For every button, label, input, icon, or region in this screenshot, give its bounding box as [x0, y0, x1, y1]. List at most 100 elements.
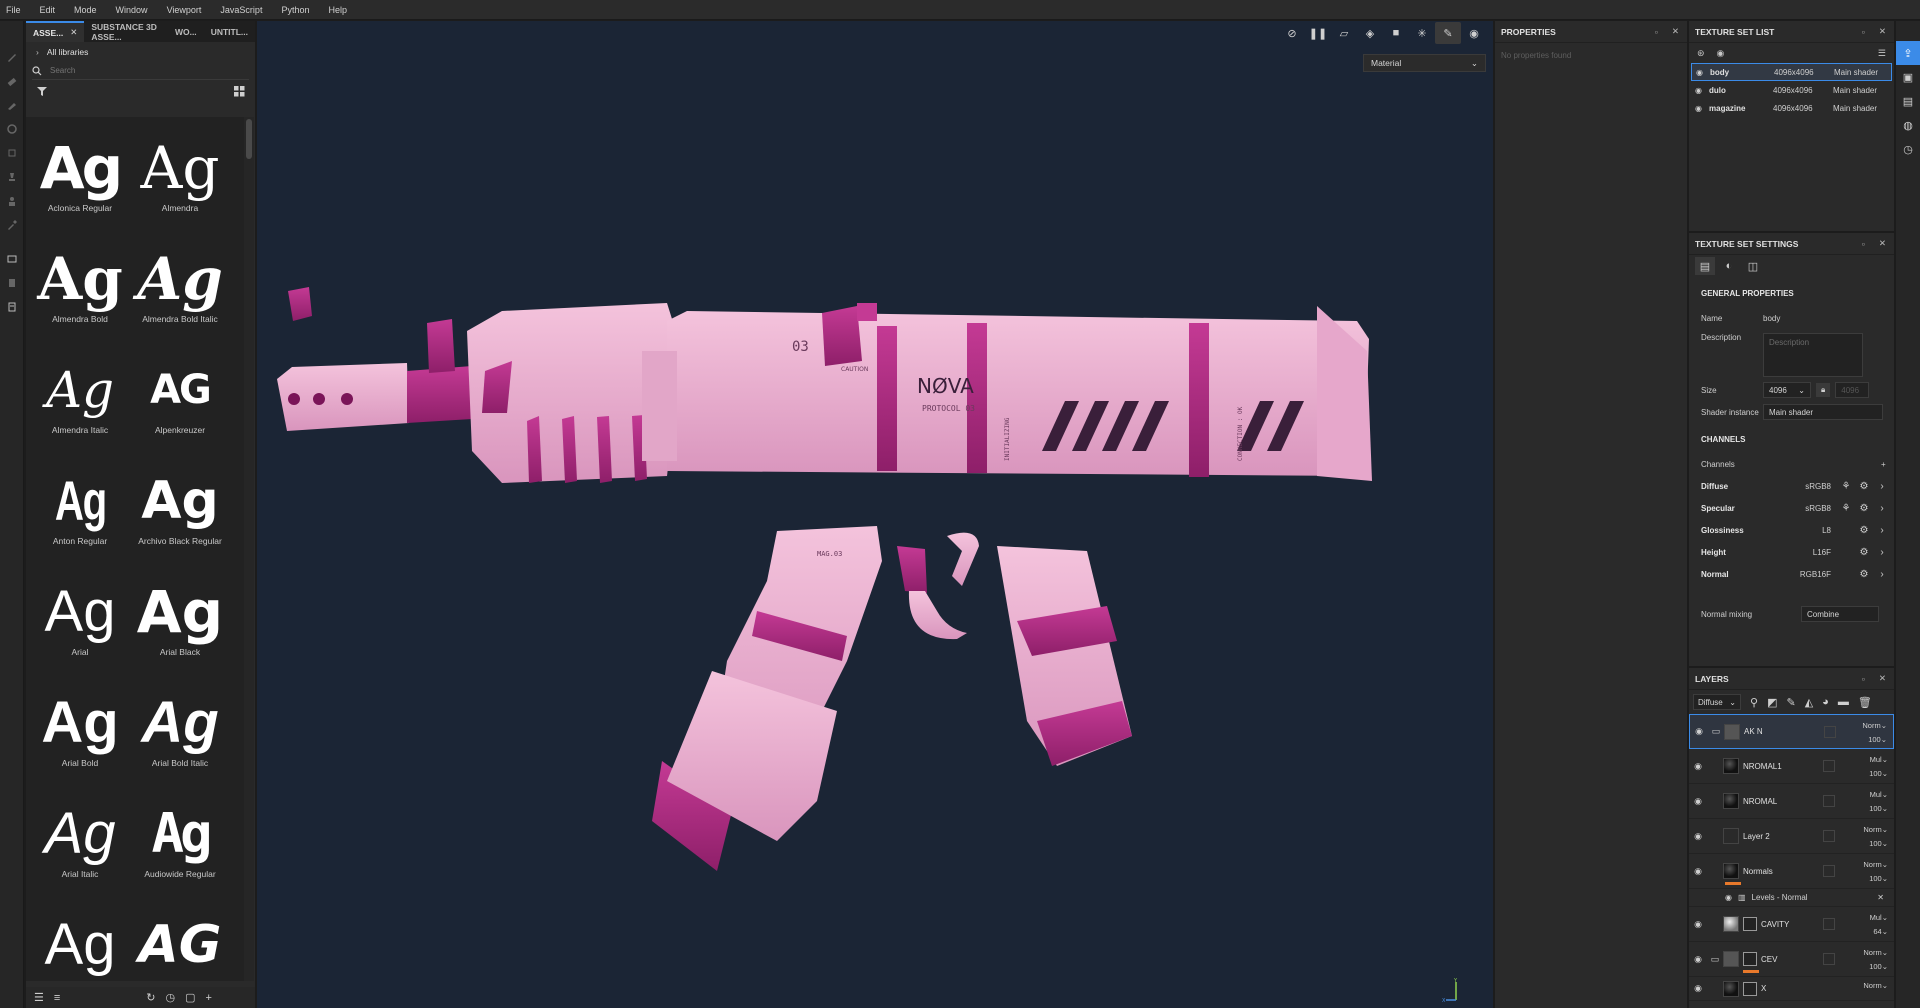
visibility-icon[interactable]: ◉	[1717, 48, 1725, 58]
clone-tool[interactable]	[0, 165, 24, 189]
font-tile[interactable]: Ag Arial Black	[130, 561, 230, 672]
menu-viewport[interactable]: Viewport	[167, 5, 202, 15]
undock-icon[interactable]: ▫	[1862, 674, 1865, 684]
tab-workspace[interactable]: WO...	[168, 21, 204, 42]
texture-set-row[interactable]: ◉ magazine 4096x4096 Main shader	[1691, 99, 1892, 117]
camera-button[interactable]: ■	[1383, 22, 1409, 44]
font-tile[interactable]: AG	[130, 894, 230, 981]
layer-row[interactable]: ◉ ▭ CEV Norm⌄ 100⌄	[1689, 942, 1894, 977]
gear-icon[interactable]: ⚙	[1855, 569, 1873, 580]
layer-blend[interactable]: Mul⌄ 64⌄	[1870, 911, 1888, 939]
lock-icon[interactable]: 🔒︎	[1816, 383, 1831, 397]
texture-set-row[interactable]: ◉ dulo 4096x4096 Main shader	[1691, 81, 1892, 99]
3d-viewport[interactable]: NØVA PROTOCOL 03 03 CAUTION INITIALIZING…	[257, 21, 1493, 1008]
material-icon[interactable]: ◕	[1822, 696, 1829, 708]
sort-icon[interactable]: ≡	[54, 992, 60, 1004]
font-tile[interactable]: Ag Archivo Black Regular	[130, 450, 230, 561]
font-tile[interactable]: Ag Almendra Bold	[30, 228, 130, 339]
material-mode-dropdown[interactable]: Material ⌄	[1363, 54, 1486, 72]
layer-row[interactable]: ◉ Layer 2 Norm⌄ 100⌄	[1689, 819, 1894, 854]
paint-mode-button[interactable]: ✎	[1435, 22, 1461, 44]
layer-row[interactable]: ◉ Normals Norm⌄ 100⌄	[1689, 854, 1894, 889]
close-icon[interactable]: ✕	[1672, 26, 1679, 37]
eye-icon[interactable]: ◉	[1689, 983, 1707, 994]
channel-row[interactable]: Diffuse sRGB8 ⚘ ⚙ ›	[1689, 475, 1894, 497]
undock-icon[interactable]: ▫	[1655, 27, 1658, 37]
layer-blend[interactable]: Norm⌄ 100⌄	[1863, 946, 1888, 974]
eye-icon[interactable]: ◉	[1725, 893, 1732, 902]
fill-icon[interactable]: ◭	[1805, 696, 1813, 709]
layer-row[interactable]: ◉ NROMAL1 Mul⌄ 100⌄	[1689, 749, 1894, 784]
tab-uv[interactable]: ◫	[1743, 257, 1763, 275]
eye-icon[interactable]: ◉	[1696, 68, 1710, 77]
menu-javascript[interactable]: JavaScript	[220, 5, 262, 15]
font-tile[interactable]: Ag Anton Regular	[30, 450, 130, 561]
tab-assets[interactable]: ASSE... ✕	[26, 21, 85, 42]
layer-blend[interactable]: Norm⌄ 100⌄	[1862, 719, 1887, 747]
frame-button[interactable]: ▱	[1331, 22, 1357, 44]
add-icon[interactable]: +	[206, 992, 212, 1004]
eye-icon[interactable]: ◉	[1689, 954, 1707, 965]
chevron-right-icon[interactable]: ›	[1873, 503, 1891, 514]
font-tile[interactable]: Ag Arial	[30, 561, 130, 672]
scroll-thumb[interactable]	[246, 119, 252, 159]
tab-settings[interactable]: ▤	[1695, 257, 1715, 275]
font-tile[interactable]: Ag Arial Bold	[30, 672, 130, 783]
close-icon[interactable]: ✕	[1879, 26, 1886, 37]
eraser-tool[interactable]	[0, 69, 24, 93]
gear-icon[interactable]: ⚙	[1855, 525, 1873, 536]
material-picker-tool[interactable]	[0, 189, 24, 213]
channel-row[interactable]: Normal RGB16F ⚙ ›	[1689, 563, 1894, 585]
layer-row[interactable]: ◉ ▭ AK N Norm⌄ 100⌄	[1689, 714, 1894, 749]
eye-icon[interactable]: ◉	[1689, 919, 1707, 930]
eye-icon[interactable]: ◉	[1689, 866, 1707, 877]
chevron-right-icon[interactable]: ›	[1873, 481, 1891, 492]
uv-tool[interactable]	[0, 295, 24, 319]
eye-icon[interactable]: ◉	[1695, 104, 1709, 113]
gear-icon[interactable]: ⚙	[1855, 481, 1873, 492]
font-tile[interactable]: Ag Audiowide Regular	[130, 783, 230, 894]
shader-instance-dropdown[interactable]: Main shader	[1763, 404, 1883, 420]
folder-icon[interactable]: ▭	[1707, 954, 1723, 965]
chevron-right-icon[interactable]: ›	[1873, 547, 1891, 558]
tab-shader[interactable]: ◐	[1719, 257, 1739, 275]
isolate-button[interactable]: ⊘	[1279, 22, 1305, 44]
description-field[interactable]: Description	[1763, 333, 1863, 377]
menu-window[interactable]: Window	[116, 5, 148, 15]
link-icon[interactable]: ⊛	[1697, 48, 1705, 58]
tab-untitled[interactable]: UNTITL...	[204, 21, 255, 42]
folder-icon[interactable]: ▬	[1838, 696, 1849, 708]
menu-edit[interactable]: Edit	[40, 5, 56, 15]
layer-checkbox[interactable]	[1823, 795, 1835, 807]
history-icon[interactable]: ◷	[166, 991, 176, 1004]
undock-icon[interactable]: ▫	[1862, 239, 1865, 249]
menu-mode[interactable]: Mode	[74, 5, 97, 15]
font-tile[interactable]: AG Alpenkreuzer	[130, 339, 230, 450]
layer-checkbox[interactable]	[1823, 953, 1835, 965]
layer-checkbox[interactable]	[1823, 830, 1835, 842]
selection-tool[interactable]	[0, 247, 24, 271]
light-button[interactable]: ✳	[1409, 22, 1435, 44]
channel-mix-icon[interactable]: ⚘	[1837, 503, 1855, 514]
pause-button[interactable]: ❚❚	[1305, 22, 1331, 44]
shader-button[interactable]: ◍	[1896, 113, 1920, 137]
close-icon[interactable]: ✕	[1879, 238, 1886, 249]
chevron-right-icon[interactable]: ›	[1873, 525, 1891, 536]
log-button[interactable]: ▤	[1896, 89, 1920, 113]
layer-row[interactable]: ◉ NROMAL Mul⌄ 100⌄	[1689, 784, 1894, 819]
font-tile[interactable]: Ag Arial Italic	[30, 783, 130, 894]
filter-row[interactable]: ◉ ▥ Levels - Normal ✕	[1689, 889, 1894, 907]
refresh-icon[interactable]: ↻	[146, 991, 155, 1004]
add-channel-icon[interactable]: +	[1881, 460, 1886, 469]
layer-blend[interactable]: Norm⌄	[1863, 979, 1888, 993]
layer-blend[interactable]: Mul⌄ 100⌄	[1869, 753, 1888, 781]
undock-icon[interactable]: ▫	[1862, 27, 1865, 37]
font-tile[interactable]: Ag Almendra Bold Italic	[130, 228, 230, 339]
delete-icon[interactable]: 🗑︎	[1858, 696, 1872, 709]
close-icon[interactable]: ✕	[1877, 893, 1884, 902]
bake-tool[interactable]	[0, 271, 24, 295]
paint-tool[interactable]	[0, 45, 24, 69]
tab-substance-assets[interactable]: SUBSTANCE 3D ASSE...	[84, 21, 168, 42]
menu-help[interactable]: Help	[328, 5, 347, 15]
texture-set-row[interactable]: ◉ body 4096x4096 Main shader	[1691, 63, 1892, 81]
